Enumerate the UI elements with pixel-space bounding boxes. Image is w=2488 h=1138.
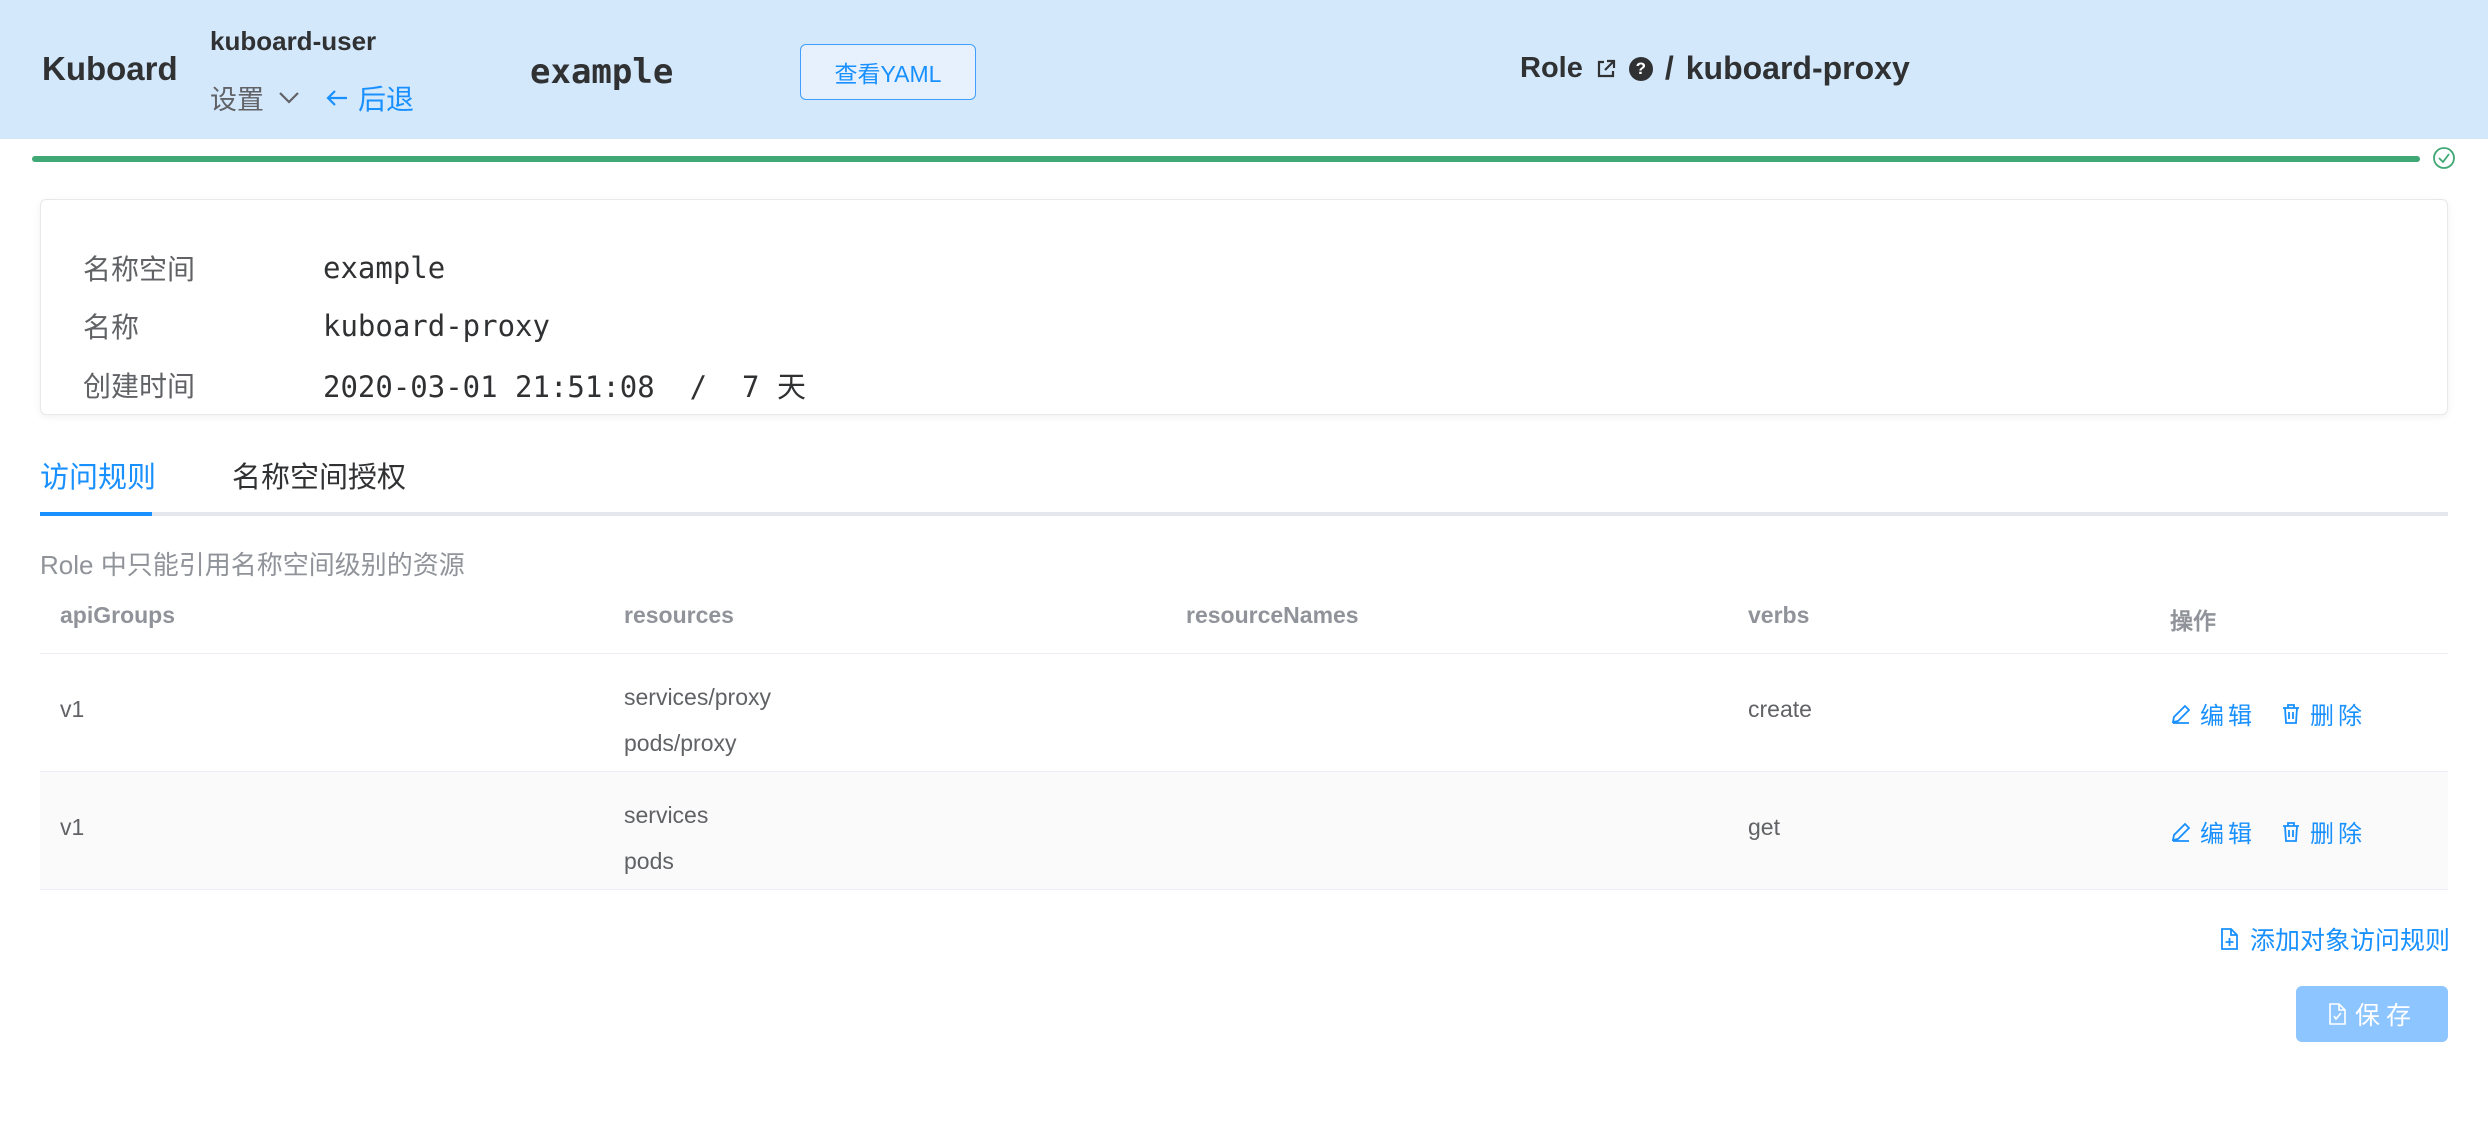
info-row-name: 名称 kuboard-proxy <box>83 306 550 346</box>
save-label: 保存 <box>2354 1002 2417 1030</box>
info-row-namespace: 名称空间 example <box>83 248 445 288</box>
view-yaml-button[interactable]: 查看YAML <box>800 44 976 100</box>
table-header: apiGroups resources resourceNames verbs … <box>40 588 2448 654</box>
edit-button[interactable]: 编辑 <box>2170 814 2256 849</box>
back-label: 后退 <box>358 84 415 115</box>
table-row: v1 services pods get 编辑 删除 <box>40 772 2448 890</box>
edit-label: 编辑 <box>2200 703 2256 730</box>
info-row-created: 创建时间 2020-03-01 21:51:08 / 7 天 <box>83 364 806 406</box>
cell-verbs: create <box>1748 696 1812 722</box>
edit-label: 编辑 <box>2200 821 2256 848</box>
cell-resources: services/proxy pods/proxy <box>624 674 771 766</box>
column-header: verbs <box>1748 602 1810 628</box>
progress-fill <box>32 156 2420 162</box>
question-circle-icon[interactable]: ? <box>1628 56 1653 81</box>
info-label: 名称 <box>83 312 140 343</box>
settings-label: 设置 <box>210 85 264 115</box>
back-button[interactable]: 后退 <box>326 78 414 118</box>
cell-apigroups: v1 <box>60 696 85 722</box>
info-card: 名称空间 example 名称 kuboard-proxy 创建时间 2020-… <box>40 199 2448 415</box>
resource-name: kuboard-proxy <box>1685 50 1910 86</box>
resource-item: pods/proxy <box>624 730 737 756</box>
row-actions: 编辑 删除 <box>2170 696 2366 731</box>
cell-verbs: get <box>1748 814 1780 840</box>
tab-bar: 访问规则 名称空间授权 <box>40 450 2448 516</box>
column-header: resources <box>624 602 734 628</box>
info-value: 2020-03-01 21:51:08 / 7 天 <box>323 370 806 404</box>
info-value: kuboard-proxy <box>323 309 550 343</box>
cell-apigroups: v1 <box>60 814 85 840</box>
row-actions: 编辑 删除 <box>2170 814 2366 849</box>
brand-logo[interactable]: Kuboard <box>42 50 178 88</box>
delete-button[interactable]: 删除 <box>2280 814 2366 849</box>
column-header: 操作 <box>2170 608 2216 634</box>
arrow-left-icon <box>326 89 348 107</box>
edit-icon <box>2170 703 2192 725</box>
delete-label: 删除 <box>2310 821 2366 848</box>
column-header: resourceNames <box>1186 602 1359 628</box>
chevron-down-icon <box>278 91 300 105</box>
delete-label: 删除 <box>2310 703 2366 730</box>
hint-text: Role 中只能引用名称空间级别的资源 <box>40 550 465 580</box>
resource-item: services <box>624 802 709 828</box>
rules-table: apiGroups resources resourceNames verbs … <box>40 588 2448 890</box>
info-label: 名称空间 <box>83 254 196 285</box>
info-label: 创建时间 <box>83 371 196 402</box>
edit-icon <box>2170 821 2192 843</box>
column-header: apiGroups <box>60 602 176 628</box>
table-row: v1 services/proxy pods/proxy create 编辑 删… <box>40 654 2448 772</box>
check-circle-icon <box>2432 146 2456 170</box>
trash-icon <box>2280 821 2302 843</box>
progress-bar <box>32 156 2420 162</box>
tab-access-rules[interactable]: 访问规则 <box>40 454 156 496</box>
external-link-icon[interactable] <box>1595 58 1617 80</box>
settings-dropdown[interactable]: 设置 <box>210 78 300 117</box>
breadcrumb-separator: / <box>1664 50 1674 86</box>
resource-kind: Role <box>1520 52 1583 84</box>
add-rule-button[interactable]: 添加对象访问规则 <box>2218 921 2450 957</box>
top-header: Kuboard kuboard-user 设置 后退 example 查看YAM… <box>0 0 2488 139</box>
save-button[interactable]: 保存 <box>2296 986 2448 1042</box>
user-name: kuboard-user <box>210 26 377 56</box>
active-tab-indicator <box>40 512 152 516</box>
tab-namespace-binding[interactable]: 名称空间授权 <box>232 454 406 496</box>
cell-resources: services pods <box>624 792 708 884</box>
resource-item: pods <box>624 848 674 874</box>
file-icon <box>2327 1003 2347 1025</box>
namespace-title: example <box>530 52 674 92</box>
info-value: example <box>323 251 446 285</box>
breadcrumb: Role ? / kuboard-proxy <box>1520 50 1910 87</box>
resource-item: services/proxy <box>624 684 771 710</box>
file-add-icon <box>2218 927 2240 951</box>
edit-button[interactable]: 编辑 <box>2170 696 2256 731</box>
trash-icon <box>2280 703 2302 725</box>
add-rule-label: 添加对象访问规则 <box>2250 927 2451 955</box>
delete-button[interactable]: 删除 <box>2280 696 2366 731</box>
